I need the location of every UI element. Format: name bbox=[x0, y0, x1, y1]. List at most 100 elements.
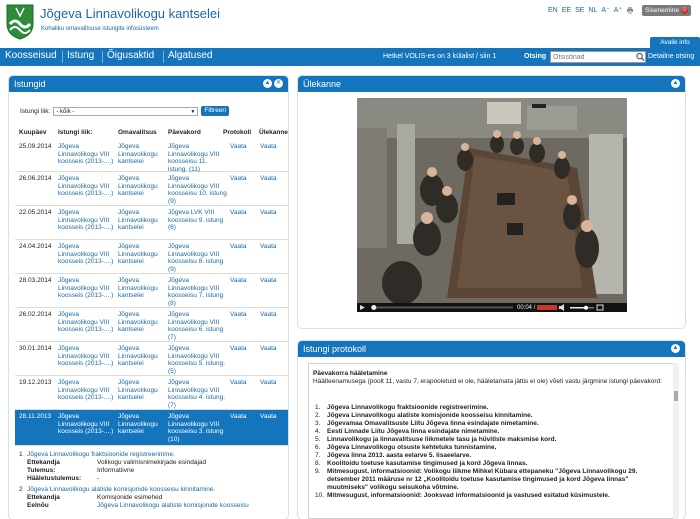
row-owner-link[interactable]: Jõgeva Linnavolikogu kantselei bbox=[118, 311, 164, 334]
table-row[interactable]: 28.11.2013 Jõgeva Linnavolikogu VIII koos… bbox=[15, 410, 288, 446]
filter-button[interactable]: Filtreeri bbox=[201, 106, 230, 116]
row-owner-link[interactable]: Jõgeva Linnavolikogu kantselei bbox=[118, 175, 164, 198]
row-protocol-link[interactable]: Vaata bbox=[230, 243, 254, 251]
detailed-search-link[interactable]: Detailne otsing bbox=[648, 53, 694, 60]
agenda-detail-item: 2 Jõgeva Linnavolikogu alatiste komisjoni… bbox=[15, 486, 288, 510]
table-row[interactable]: 30.01.2014 Jõgeva Linnavolikogu VIII koos… bbox=[15, 342, 288, 376]
row-record-link[interactable]: Vaata bbox=[260, 175, 284, 183]
row-owner-link[interactable]: Jõgeva Linnavolikogu kantselei bbox=[118, 143, 164, 166]
row-protocol-link[interactable]: Vaata bbox=[230, 277, 254, 285]
protocol-agenda-item: 7. Jõgeva linna 2013. aasta eelarve 5. li… bbox=[313, 452, 669, 460]
row-record-link[interactable]: Vaata bbox=[260, 277, 284, 285]
row-date: 22.05.2014 bbox=[19, 209, 52, 216]
row-owner-link[interactable]: Jõgeva Linnavolikogu kantselei bbox=[118, 243, 164, 266]
sessions-title: Istungid bbox=[14, 79, 46, 89]
play-icon[interactable] bbox=[357, 303, 367, 312]
row-owner-link[interactable]: Jõgeva Linnavolikogu kantselei bbox=[118, 209, 164, 232]
row-owner-link[interactable]: Jõgeva Linnavolikogu kantselei bbox=[118, 277, 164, 300]
table-row[interactable]: 26.06.2014 Jõgeva Linnavolikogu VIII koos… bbox=[15, 172, 288, 206]
row-type-link[interactable]: Jõgeva Linnavolikogu VIII koosseis (2013… bbox=[58, 345, 114, 368]
row-type-link[interactable]: Jõgeva Linnavolikogu VIII koosseis (2013… bbox=[58, 379, 114, 402]
agenda-title-link[interactable]: Jõgeva Linnavolikogu alatiste komisjonid… bbox=[27, 486, 215, 493]
row-record-link[interactable]: Vaata bbox=[260, 209, 284, 217]
row-protocol-link[interactable]: Vaata bbox=[230, 311, 254, 319]
scrollbar-thumb[interactable] bbox=[674, 391, 678, 401]
lang-ee[interactable]: EE bbox=[562, 7, 571, 14]
row-protocol-link[interactable]: Vaata bbox=[230, 345, 254, 353]
row-agenda-link[interactable]: Jõgeva Linnavolikogu VIII koosseisu 8. i… bbox=[168, 243, 228, 273]
protocol-scrollbar[interactable] bbox=[673, 363, 679, 519]
row-owner-link[interactable]: Jõgeva Linnavolikogu kantselei bbox=[118, 379, 164, 402]
row-owner-link[interactable]: Jõgeva Linnavolikogu kantselei bbox=[118, 345, 164, 368]
detail-value[interactable]: Jõgeva Linnavolikogu alatiste komisjonid… bbox=[97, 502, 249, 510]
row-owner-link[interactable]: Jõgeva Linnavolikogu kantselei bbox=[118, 413, 164, 436]
login-button[interactable]: Sisenemine ⏻ bbox=[642, 5, 691, 16]
nav-koosseisud[interactable]: Koosseisud bbox=[5, 50, 57, 61]
video-player[interactable]: 00:04 / bbox=[357, 98, 627, 312]
search-input[interactable] bbox=[550, 51, 646, 63]
row-protocol-link[interactable]: Vaata bbox=[230, 379, 254, 387]
row-agenda-link[interactable]: Jõgeva Linnavolikogu VIII koosseisu 5. i… bbox=[168, 345, 228, 375]
lang-se[interactable]: SE bbox=[575, 7, 584, 14]
fullscreen-icon[interactable] bbox=[595, 303, 605, 312]
nav-istung[interactable]: Istung bbox=[67, 50, 94, 61]
row-record-link[interactable]: Vaata bbox=[260, 345, 284, 353]
session-type-select[interactable]: - kõik - bbox=[53, 106, 199, 116]
agenda-title-link[interactable]: Jõgeva Linnavolikogu fraktsioonide regis… bbox=[27, 451, 175, 458]
row-type-link[interactable]: Jõgeva Linnavolikogu VIII koosseis (2013… bbox=[58, 243, 114, 266]
row-record-link[interactable]: Vaata bbox=[260, 413, 284, 421]
print-icon[interactable] bbox=[626, 6, 634, 14]
row-type-link[interactable]: Jõgeva Linnavolikogu VIII koosseis (2013… bbox=[58, 311, 114, 334]
collapse-icon[interactable]: ▲ bbox=[671, 344, 680, 353]
row-protocol-link[interactable]: Vaata bbox=[230, 209, 254, 217]
app-title[interactable]: Jõgeva Linnavolikogu kantselei bbox=[40, 6, 220, 21]
coat-of-arms-icon[interactable] bbox=[6, 4, 34, 40]
nav-oigusaktid[interactable]: Õigusaktid bbox=[107, 50, 154, 61]
row-agenda-link[interactable]: Jõgeva Linnavolikogu VIII koosseisu 4. i… bbox=[168, 379, 228, 409]
table-row[interactable]: 26.02.2014 Jõgeva Linnavolikogu VIII koos… bbox=[15, 308, 288, 342]
search-icon[interactable] bbox=[636, 52, 645, 62]
row-record-link[interactable]: Vaata bbox=[260, 311, 284, 319]
row-type-link[interactable]: Jõgeva Linnavolikogu VIII koosseis (2013… bbox=[58, 277, 114, 300]
row-protocol-link[interactable]: Vaata bbox=[230, 413, 254, 421]
table-row[interactable]: 22.05.2014 Jõgeva Linnavolikogu VIII koos… bbox=[15, 206, 288, 240]
volume-icon[interactable] bbox=[557, 303, 569, 312]
row-agenda-link[interactable]: Jõgeva LVK VIII koosseisu 9. istung (6) bbox=[168, 209, 228, 232]
volume-slider[interactable] bbox=[569, 303, 595, 312]
row-agenda-link[interactable]: Jõgeva Linnavolikogu VIII koosseisu 10. … bbox=[168, 175, 228, 205]
row-type-link[interactable]: Jõgeva Linnavolikogu VIII koosseis (2013… bbox=[58, 209, 114, 232]
detail-key: Eelnõu bbox=[27, 502, 49, 509]
public-info-tab[interactable]: Avalik info bbox=[650, 37, 700, 48]
video-progress[interactable] bbox=[367, 303, 517, 312]
row-agenda-link[interactable]: Jõgeva Linnavolikogu VIII koosseisu 11. … bbox=[168, 143, 228, 173]
row-protocol-link[interactable]: Vaata bbox=[230, 175, 254, 183]
font-decrease[interactable]: A⁻ bbox=[601, 6, 609, 14]
table-row[interactable]: 25.09.2014 Jõgeva Linnavolikogu VIII koos… bbox=[15, 140, 288, 173]
row-record-link[interactable]: Vaata bbox=[260, 379, 284, 387]
row-agenda-link[interactable]: Jõgeva Linnavolikogu VIII koosseisu 7. i… bbox=[168, 277, 228, 307]
table-row[interactable]: 24.04.2014 Jõgeva Linnavolikogu VIII koos… bbox=[15, 240, 288, 274]
protocol-item-number: 4. bbox=[315, 428, 321, 435]
nav-algatused[interactable]: Algatused bbox=[168, 50, 212, 61]
row-type-link[interactable]: Jõgeva Linnavolikogu VIII koosseis (2013… bbox=[58, 175, 114, 198]
row-record-link[interactable]: Vaata bbox=[260, 143, 284, 151]
row-agenda-link[interactable]: Jõgeva Linnavolikogu VIII koosseisu 3. i… bbox=[168, 413, 228, 443]
sessions-panel-header: Istungid ▲ ✕ bbox=[9, 76, 288, 92]
row-type-link[interactable]: Jõgeva Linnavolikogu VIII koosseis (2013… bbox=[58, 143, 114, 166]
protocol-agenda-item: 3. Jõgevamaa Omavalitsuste Liitu Jõgeva l… bbox=[313, 420, 669, 428]
protocol-item-number: 1. bbox=[315, 404, 321, 411]
font-increase[interactable]: A⁺ bbox=[614, 6, 622, 14]
collapse-icon[interactable]: ▲ bbox=[263, 79, 272, 88]
row-date: 25.09.2014 bbox=[19, 143, 52, 150]
row-protocol-link[interactable]: Vaata bbox=[230, 143, 254, 151]
row-type-link[interactable]: Jõgeva Linnavolikogu VIII koosseis (2013… bbox=[58, 413, 114, 436]
table-row[interactable]: 28.03.2014 Jõgeva Linnavolikogu VIII koos… bbox=[15, 274, 288, 308]
table-row[interactable]: 19.12.2013 Jõgeva Linnavolikogu VIII koos… bbox=[15, 376, 288, 410]
lang-en[interactable]: EN bbox=[548, 7, 558, 14]
row-record-link[interactable]: Vaata bbox=[260, 243, 284, 251]
row-agenda-link[interactable]: Jõgeva Linnavolikogu VIII koosseisu 6. i… bbox=[168, 311, 228, 341]
close-icon[interactable]: ✕ bbox=[274, 79, 283, 88]
agenda-detail-item: 1 Jõgeva Linnavolikogu fraktsioonide regi… bbox=[15, 451, 288, 483]
collapse-icon[interactable]: ▲ bbox=[671, 79, 680, 88]
lang-nl[interactable]: NL bbox=[588, 7, 597, 14]
